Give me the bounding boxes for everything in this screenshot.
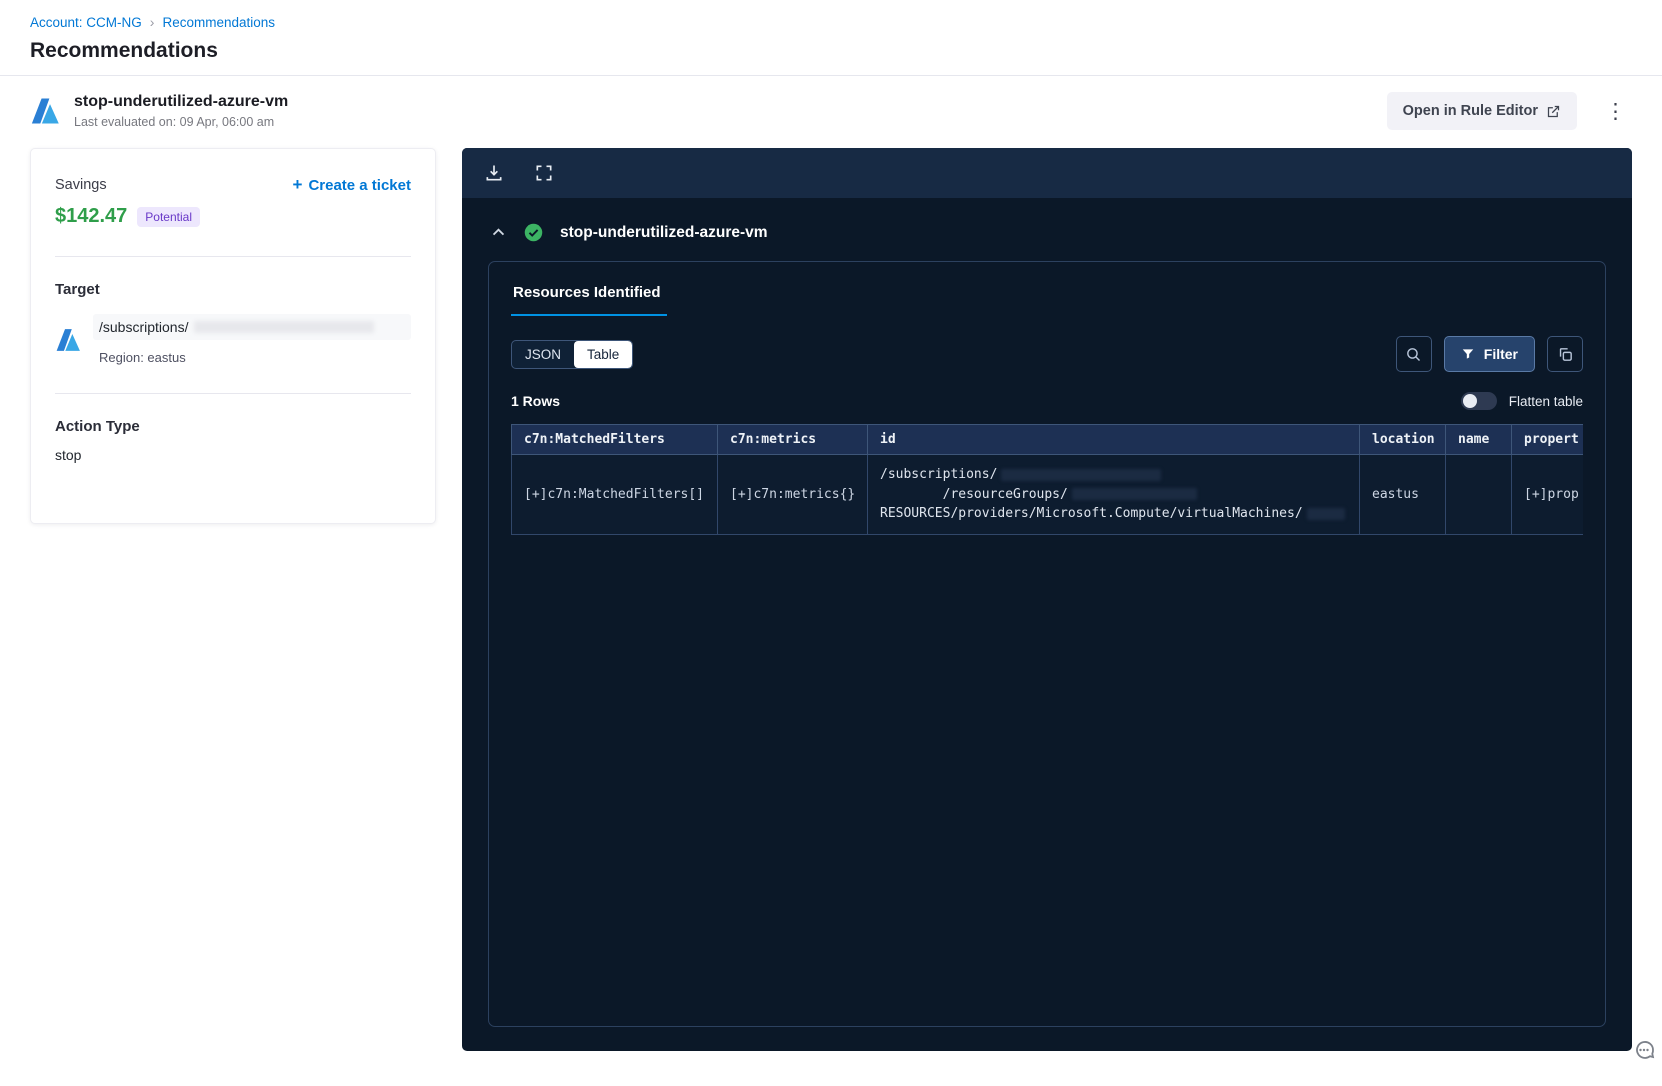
breadcrumb: Account: CCM-NG › Recommendations — [30, 14, 1632, 30]
view-mode-json[interactable]: JSON — [512, 341, 574, 368]
col-name: name — [1445, 424, 1512, 455]
cell-name — [1445, 454, 1512, 535]
rule-header: stop-underutilized-azure-vm Last evaluat… — [0, 76, 1662, 148]
more-options-button[interactable]: ⋮ — [1599, 97, 1632, 126]
filter-label: Filter — [1483, 346, 1518, 362]
open-rule-editor-button[interactable]: Open in Rule Editor — [1386, 92, 1577, 130]
flatten-label: Flatten table — [1508, 393, 1583, 409]
table-row: [+]c7n:MatchedFilters[] [+]c7n:metrics{}… — [511, 454, 1583, 535]
search-icon — [1407, 347, 1421, 361]
resources-container: Resources Identified JSON Table Filter 1… — [488, 261, 1606, 1027]
target-path: /subscriptions/ — [99, 319, 189, 335]
redacted-text — [194, 321, 375, 333]
copy-button[interactable] — [1547, 336, 1583, 372]
rule-title: stop-underutilized-azure-vm — [74, 93, 289, 110]
main-content: Savings + Create a ticket $142.47 Potent… — [0, 148, 1662, 1051]
rows-count: 1 Rows — [511, 393, 561, 409]
rule-titles: stop-underutilized-azure-vm Last evaluat… — [74, 93, 288, 129]
target-region: Region: eastus — [99, 350, 186, 365]
card-divider — [55, 256, 411, 257]
redacted-text — [1306, 507, 1345, 520]
create-ticket-label: Create a ticket — [308, 176, 411, 194]
viewer-body: stop-underutilized-azure-vm Resources Id… — [462, 198, 1632, 1051]
view-mode-toggle: JSON Table — [511, 339, 634, 369]
page-title: Recommendations — [30, 39, 218, 62]
resources-table-wrapper: c7n:MatchedFilters c7n:metrics id locati… — [511, 424, 1583, 535]
id-line-3: RESOURCES/providers/Microsoft.Compute/vi… — [880, 506, 1303, 521]
filter-button[interactable]: Filter — [1443, 336, 1535, 372]
azure-icon — [31, 98, 59, 124]
app-root: Account: CCM-NG › Recommendations Recomm… — [0, 0, 1662, 1059]
tabs-row: Resources Identified — [511, 282, 1583, 316]
external-link-icon — [1547, 105, 1560, 117]
chevron-up-icon[interactable] — [490, 224, 507, 241]
target-label: Target — [55, 281, 100, 298]
action-type-label: Action Type — [55, 418, 140, 435]
flatten-toggle[interactable] — [1460, 392, 1497, 410]
support-chat-icon[interactable] — [1632, 1038, 1656, 1062]
viewer-title-row: stop-underutilized-azure-vm — [488, 212, 1606, 261]
col-id: id — [867, 424, 1360, 455]
azure-icon — [56, 328, 80, 351]
flatten-control: Flatten table — [1460, 392, 1583, 410]
id-line-2: /resourceGroups/ — [880, 486, 1068, 502]
redacted-text — [1071, 488, 1197, 500]
col-metrics: c7n:metrics — [717, 424, 868, 455]
col-properties: propert — [1511, 424, 1583, 455]
tab-resources-identified[interactable]: Resources Identified — [511, 282, 667, 316]
viewer-toolbar — [462, 148, 1632, 198]
redacted-text — [1001, 468, 1162, 481]
rows-row: 1 Rows Flatten table — [511, 392, 1583, 410]
resources-table: c7n:MatchedFilters c7n:metrics id locati… — [511, 424, 1583, 535]
download-icon[interactable] — [484, 163, 504, 183]
filter-icon — [1462, 349, 1474, 359]
cell-metrics-expander[interactable]: [+]c7n:metrics{} — [717, 454, 868, 535]
savings-card: Savings + Create a ticket $142.47 Potent… — [30, 148, 436, 524]
fullscreen-icon[interactable] — [534, 163, 554, 183]
resources-viewer-panel: stop-underutilized-azure-vm Resources Id… — [462, 148, 1632, 1051]
page-header: Account: CCM-NG › Recommendations Recomm… — [0, 0, 1662, 75]
breadcrumb-separator-icon: › — [149, 14, 155, 30]
breadcrumb-account-link[interactable]: Account: CCM-NG — [30, 15, 142, 30]
copy-icon — [1559, 347, 1572, 361]
id-line-1: /subscriptions/ — [880, 467, 998, 482]
potential-badge: Potential — [137, 206, 200, 227]
view-mode-table[interactable]: Table — [574, 340, 633, 368]
breadcrumb-recommendations-link[interactable]: Recommendations — [162, 15, 275, 30]
cell-location: eastus — [1359, 454, 1446, 535]
cell-id: /subscriptions/ /resourceGroups/ RESOURC… — [867, 454, 1360, 535]
table-header-row: c7n:MatchedFilters c7n:metrics id locati… — [511, 424, 1583, 455]
col-location: location — [1359, 424, 1446, 455]
search-button[interactable] — [1395, 336, 1432, 372]
savings-label: Savings — [55, 177, 107, 193]
plus-icon: + — [292, 175, 303, 194]
cell-matched-filters-expander[interactable]: [+]c7n:MatchedFilters[] — [511, 454, 718, 535]
savings-amount: $142.47 — [55, 205, 128, 227]
action-type-value: stop — [55, 447, 82, 463]
viewer-rule-title: stop-underutilized-azure-vm — [560, 223, 768, 241]
col-matched-filters: c7n:MatchedFilters — [511, 424, 718, 455]
success-check-icon — [524, 223, 543, 242]
cell-properties-expander[interactable]: [+]prop — [1511, 454, 1583, 535]
rule-last-evaluated: Last evaluated on: 09 Apr, 06:00 am — [74, 115, 275, 129]
target-row: /subscriptions/ Region: eastus — [55, 314, 411, 365]
controls-row: JSON Table Filter — [511, 336, 1583, 372]
create-ticket-link[interactable]: + Create a ticket — [293, 175, 412, 195]
open-rule-editor-label: Open in Rule Editor — [1402, 103, 1538, 119]
card-divider — [55, 393, 411, 394]
